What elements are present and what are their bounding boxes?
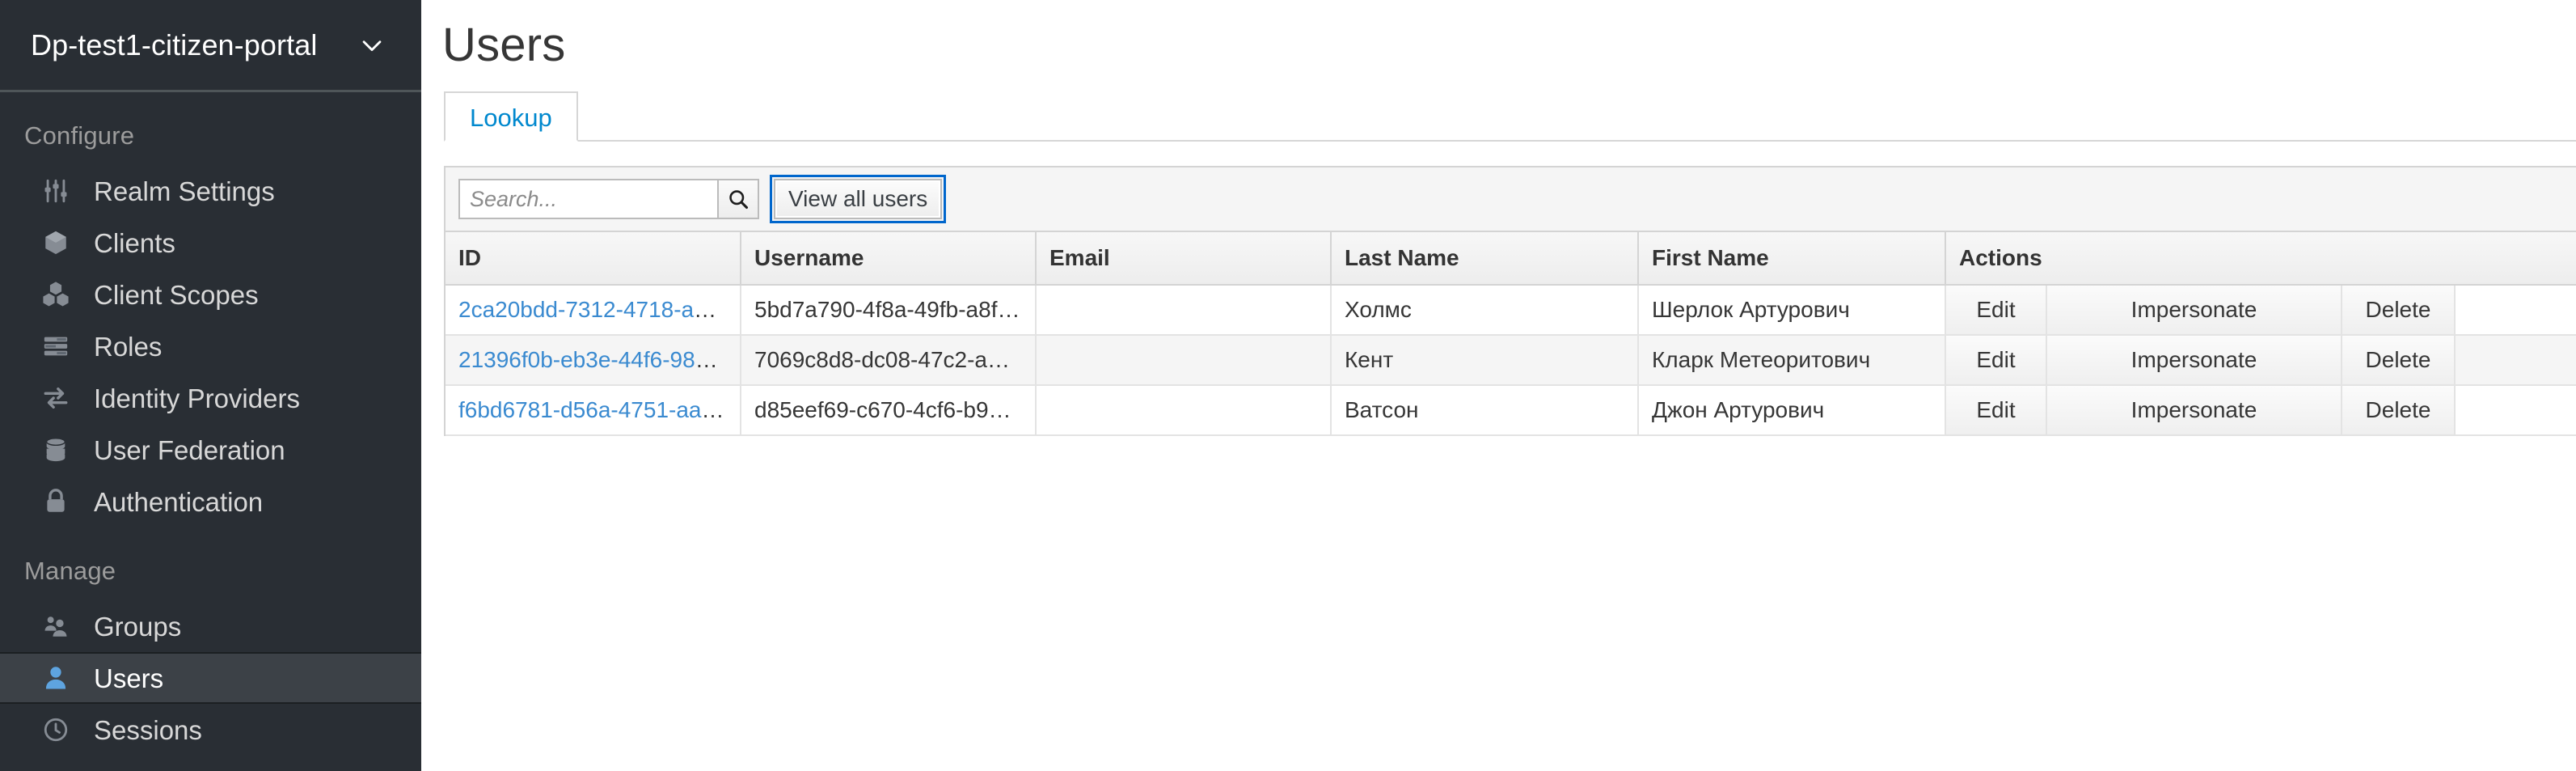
- sidebar-item-label: Users: [94, 663, 164, 693]
- list-icon: [39, 329, 73, 363]
- view-all-users-button[interactable]: View all users: [769, 175, 947, 223]
- table-row: 21396f0b-eb3e-44f6-981a-de... 7069c8d8-d…: [446, 335, 2576, 386]
- user-icon: [39, 661, 73, 695]
- sidebar: Dp-test1-citizen-portal Configure Realm …: [0, 0, 421, 771]
- impersonate-button[interactable]: Impersonate: [2046, 385, 2342, 436]
- app-root: Dp-test1-citizen-portal Configure Realm …: [0, 0, 2576, 771]
- users-table-head: ID Username Email Last Name First Name A…: [446, 232, 2576, 286]
- sidebar-item-groups[interactable]: Groups: [0, 600, 421, 652]
- exchange-arrows-icon: [39, 381, 73, 415]
- sidebar-item-authentication[interactable]: Authentication: [0, 476, 421, 527]
- column-header-actions: Actions: [1945, 232, 2576, 286]
- cell-username: 5bd7a790-4f8a-49fb-a8fb-f6d...: [741, 285, 1037, 336]
- table-row: 2ca20bdd-7312-4718-a762-f4... 5bd7a790-4…: [446, 285, 2576, 336]
- nav-group-title-manage: Manage: [24, 557, 116, 585]
- user-id-link[interactable]: f6bd6781-d56a-4751-aa7d-7e...: [458, 397, 739, 422]
- users-table-body: 2ca20bdd-7312-4718-a762-f4... 5bd7a790-4…: [446, 285, 2576, 436]
- sidebar-item-users[interactable]: Users: [0, 652, 421, 704]
- column-header-first-name: First Name: [1638, 232, 1946, 286]
- sidebar-item-clients[interactable]: Clients: [0, 217, 421, 269]
- cell-email: [1036, 335, 1332, 386]
- tab-lookup[interactable]: Lookup: [444, 91, 578, 142]
- column-header-last-name: Last Name: [1331, 232, 1639, 286]
- clock-icon: [39, 713, 73, 747]
- sidebar-item-label: Realm Settings: [94, 176, 275, 206]
- search-group: [458, 179, 759, 219]
- cell-id: f6bd6781-d56a-4751-aa7d-7e...: [446, 385, 741, 436]
- delete-button[interactable]: Delete: [2342, 285, 2456, 336]
- realm-name: Dp-test1-citizen-portal: [31, 28, 318, 61]
- cell-last-name: Кент: [1331, 335, 1639, 386]
- lock-icon: [39, 485, 73, 519]
- sidebar-item-label: User Federation: [94, 434, 285, 465]
- cell-username: 7069c8d8-dc08-47c2-a87f-d6...: [741, 335, 1037, 386]
- sidebar-item-user-federation[interactable]: User Federation: [0, 424, 421, 476]
- nav-group-title-configure: Configure: [24, 121, 135, 150]
- search-icon[interactable]: [717, 179, 759, 219]
- cell-filler: [2455, 285, 2576, 336]
- sliders-icon: [39, 174, 73, 208]
- cube-icon: [39, 226, 73, 260]
- sidebar-item-label: Clients: [94, 227, 175, 258]
- cell-first-name: Джон Артурович: [1638, 385, 1946, 436]
- edit-button[interactable]: Edit: [1945, 385, 2047, 436]
- sidebar-item-label: Authentication: [94, 486, 264, 517]
- impersonate-button[interactable]: Impersonate: [2046, 335, 2342, 386]
- user-id-link[interactable]: 21396f0b-eb3e-44f6-981a-de...: [458, 347, 739, 372]
- cell-last-name: Ватсон: [1331, 385, 1639, 436]
- cell-last-name: Холмс: [1331, 285, 1639, 336]
- cell-id: 2ca20bdd-7312-4718-a762-f4...: [446, 285, 741, 336]
- table-row: f6bd6781-d56a-4751-aa7d-7e... d85eef69-c…: [446, 385, 2576, 436]
- sidebar-item-label: Groups: [94, 611, 182, 642]
- user-id-link[interactable]: 2ca20bdd-7312-4718-a762-f4...: [458, 297, 739, 322]
- main-content: Users Lookup View all users Unlock users…: [421, 0, 2576, 771]
- chevron-down-icon[interactable]: [358, 32, 386, 59]
- sidebar-item-client-scopes[interactable]: Client Scopes: [0, 269, 421, 320]
- database-icon: [39, 433, 73, 467]
- users-panel: View all users Unlock users Add user ID …: [444, 166, 2576, 436]
- nav-group-configure: Configure Realm Settings Clients Client …: [0, 92, 421, 527]
- realm-selector[interactable]: Dp-test1-citizen-portal: [0, 0, 421, 92]
- column-header-id: ID: [446, 232, 741, 286]
- cell-username: d85eef69-c670-4cf6-b941-75...: [741, 385, 1037, 436]
- edit-button[interactable]: Edit: [1945, 335, 2047, 386]
- delete-button[interactable]: Delete: [2342, 335, 2456, 386]
- cell-first-name: Кларк Метеоритович: [1638, 335, 1946, 386]
- column-header-username: Username: [741, 232, 1037, 286]
- nav-group-manage: Manage Groups Users Sessions: [0, 527, 421, 756]
- table-header-row: ID Username Email Last Name First Name A…: [446, 232, 2576, 286]
- sidebar-item-realm-settings[interactable]: Realm Settings: [0, 165, 421, 217]
- sidebar-item-sessions[interactable]: Sessions: [0, 704, 421, 756]
- page-title: Users: [442, 19, 566, 71]
- cell-email: [1036, 285, 1332, 336]
- users-table: ID Username Email Last Name First Name A…: [446, 232, 2576, 436]
- tab-bar: Lookup: [444, 91, 2576, 142]
- cell-filler: [2455, 385, 2576, 436]
- cell-filler: [2455, 335, 2576, 386]
- users-toolbar: View all users Unlock users Add user: [446, 167, 2576, 232]
- sidebar-item-label: Roles: [94, 331, 163, 362]
- impersonate-button[interactable]: Impersonate: [2046, 285, 2342, 336]
- column-header-email: Email: [1036, 232, 1332, 286]
- cubes-icon: [39, 277, 73, 311]
- cell-email: [1036, 385, 1332, 436]
- cell-id: 21396f0b-eb3e-44f6-981a-de...: [446, 335, 741, 386]
- cell-first-name: Шерлок Артурович: [1638, 285, 1946, 336]
- sidebar-item-roles[interactable]: Roles: [0, 320, 421, 372]
- sidebar-item-label: Identity Providers: [94, 383, 300, 413]
- sidebar-item-label: Client Scopes: [94, 279, 259, 310]
- sidebar-item-identity-providers[interactable]: Identity Providers: [0, 372, 421, 424]
- users-group-icon: [39, 609, 73, 643]
- sidebar-item-label: Sessions: [94, 714, 202, 745]
- edit-button[interactable]: Edit: [1945, 285, 2047, 336]
- delete-button[interactable]: Delete: [2342, 385, 2456, 436]
- search-input[interactable]: [458, 179, 717, 219]
